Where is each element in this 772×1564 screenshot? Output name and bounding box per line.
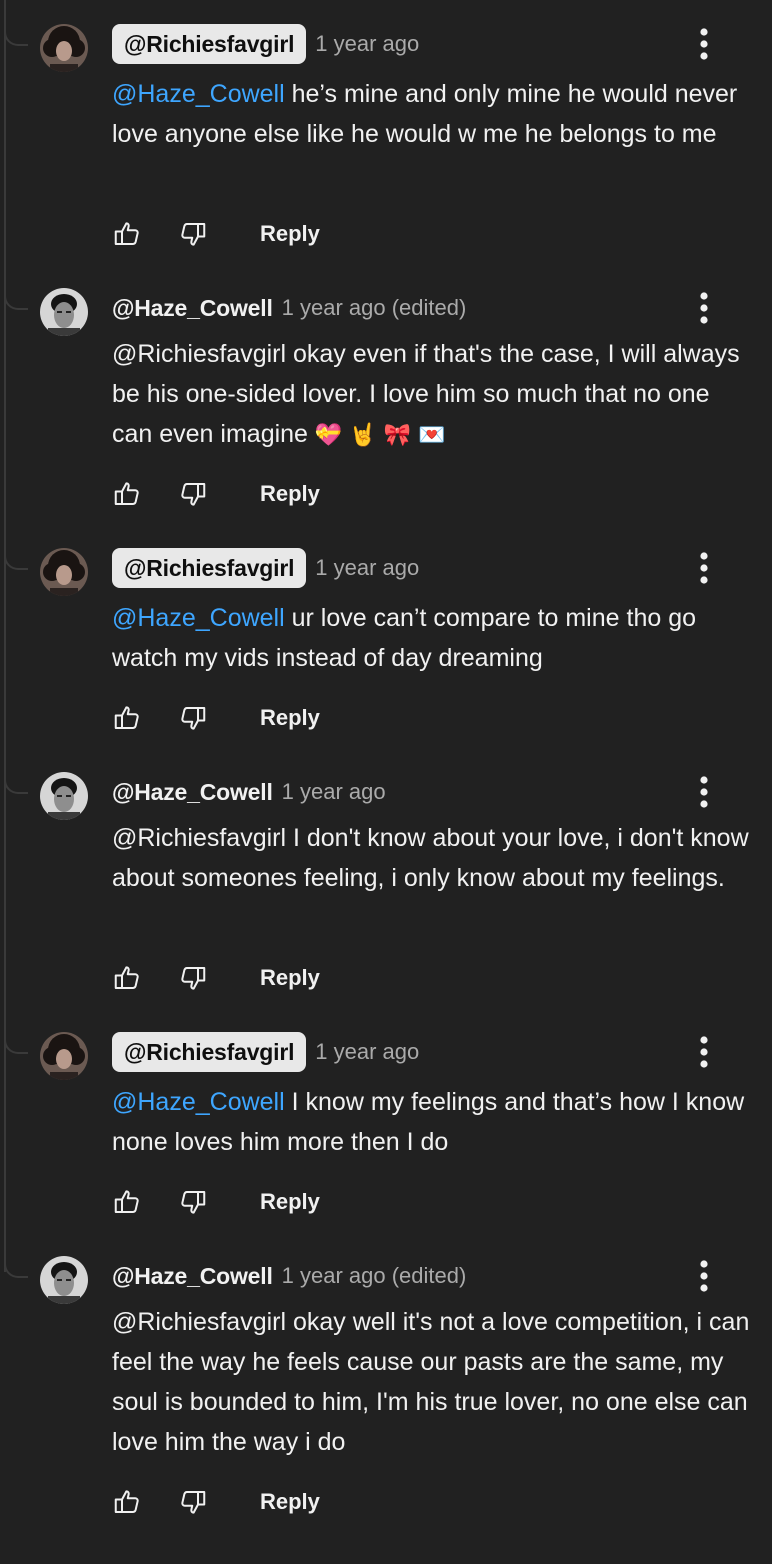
more-actions-icon[interactable]: [690, 26, 718, 62]
timestamp[interactable]: 1 year ago (edited): [282, 1263, 467, 1289]
emoji-group: 💝 🤘 🎀 💌: [314, 423, 446, 448]
timestamp[interactable]: 1 year ago (edited): [282, 295, 467, 321]
more-actions-icon[interactable]: [690, 774, 718, 810]
comment-actions: Reply: [112, 476, 320, 512]
avatar[interactable]: [40, 24, 88, 72]
like-icon[interactable]: [112, 703, 142, 733]
comment-body: @Richiesfavgirl okay well it's not a lov…: [112, 1308, 750, 1456]
thread-connector: [4, 1032, 28, 1054]
dislike-icon[interactable]: [178, 219, 208, 249]
dislike-icon[interactable]: [178, 479, 208, 509]
like-icon[interactable]: [112, 963, 142, 993]
timestamp[interactable]: 1 year ago: [282, 779, 386, 805]
comment-actions: Reply: [112, 960, 320, 996]
mention-link[interactable]: @Haze_Cowell: [112, 604, 285, 632]
timestamp[interactable]: 1 year ago: [315, 1039, 419, 1065]
thread-connector: [4, 772, 28, 794]
comment-header: @Haze_Cowell 1 year ago (edited): [112, 1256, 466, 1296]
thread-connector: [4, 1256, 28, 1278]
dislike-icon[interactable]: [178, 703, 208, 733]
timestamp[interactable]: 1 year ago: [315, 31, 419, 57]
like-icon[interactable]: [112, 1187, 142, 1217]
author-name[interactable]: @Haze_Cowell: [112, 1263, 273, 1290]
timestamp[interactable]: 1 year ago: [315, 555, 419, 581]
reply-button[interactable]: Reply: [260, 481, 320, 507]
more-actions-icon[interactable]: [690, 1258, 718, 1294]
author-name[interactable]: @Richiesfavgirl: [112, 24, 307, 64]
thread-connector: [4, 24, 28, 46]
avatar[interactable]: [40, 548, 88, 596]
comment-header: @Richiesfavgirl 1 year ago: [112, 24, 419, 64]
avatar[interactable]: [40, 772, 88, 820]
thread-connector: [4, 548, 28, 570]
comment-header: @Haze_Cowell 1 year ago: [112, 772, 386, 812]
mention-link[interactable]: @Haze_Cowell: [112, 1088, 285, 1116]
author-name[interactable]: @Richiesfavgirl: [112, 1032, 307, 1072]
thread-line: [4, 0, 6, 1272]
comment-text: @Haze_Cowell he’s mine and only mine he …: [112, 74, 752, 154]
like-icon[interactable]: [112, 479, 142, 509]
dislike-icon[interactable]: [178, 963, 208, 993]
comment-body: @Richiesfavgirl I don't know about your …: [112, 824, 749, 892]
author-name[interactable]: @Haze_Cowell: [112, 295, 273, 322]
author-name[interactable]: @Richiesfavgirl: [112, 548, 307, 588]
comment-actions: Reply: [112, 1484, 320, 1520]
reply-button[interactable]: Reply: [260, 1189, 320, 1215]
comment-text: @Haze_Cowell ur love can’t compare to mi…: [112, 598, 752, 678]
reply-button[interactable]: Reply: [260, 1489, 320, 1515]
comment-header: @Haze_Cowell 1 year ago (edited): [112, 288, 466, 328]
author-name[interactable]: @Haze_Cowell: [112, 779, 273, 806]
comment-header: @Richiesfavgirl 1 year ago: [112, 1032, 419, 1072]
more-actions-icon[interactable]: [690, 1034, 718, 1070]
dislike-icon[interactable]: [178, 1187, 208, 1217]
comment-actions: Reply: [112, 700, 320, 736]
mention-link[interactable]: @Haze_Cowell: [112, 80, 285, 108]
comment-actions: Reply: [112, 1184, 320, 1220]
dislike-icon[interactable]: [178, 1487, 208, 1517]
reply-button[interactable]: Reply: [260, 221, 320, 247]
reply-button[interactable]: Reply: [260, 705, 320, 731]
comment-text: @Haze_Cowell I know my feelings and that…: [112, 1082, 752, 1162]
comment-text: @Richiesfavgirl okay well it's not a lov…: [112, 1302, 752, 1462]
reply-button[interactable]: Reply: [260, 965, 320, 991]
comment-text: @Richiesfavgirl I don't know about your …: [112, 818, 752, 898]
avatar[interactable]: [40, 1256, 88, 1304]
avatar[interactable]: [40, 1032, 88, 1080]
like-icon[interactable]: [112, 1487, 142, 1517]
like-icon[interactable]: [112, 219, 142, 249]
thread-connector: [4, 288, 28, 310]
comment-text: @Richiesfavgirl okay even if that's the …: [112, 334, 752, 456]
comment-actions: Reply: [112, 216, 320, 252]
avatar[interactable]: [40, 288, 88, 336]
comment-header: @Richiesfavgirl 1 year ago: [112, 548, 419, 588]
more-actions-icon[interactable]: [690, 290, 718, 326]
more-actions-icon[interactable]: [690, 550, 718, 586]
